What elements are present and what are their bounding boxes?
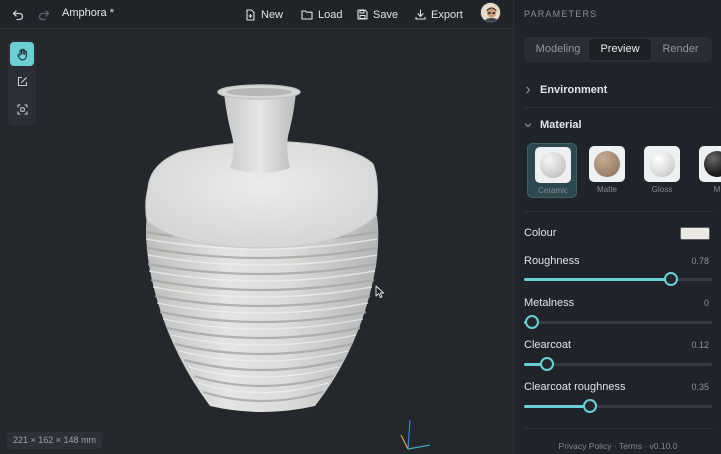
colour-picker-swatch[interactable] [680, 227, 710, 240]
viewport-toolstrip [8, 40, 36, 126]
clearcoat-roughness-label: Clearcoat roughness [524, 381, 626, 393]
material-swatch-ceramic[interactable]: Ceramic [527, 143, 577, 198]
material-ball [704, 151, 721, 177]
roughness-value: 0.78 [691, 256, 709, 266]
metalness-value: 0 [703, 298, 709, 308]
save-icon [357, 9, 368, 20]
material-thumbnail [589, 146, 625, 182]
material-thumbnail [699, 146, 721, 182]
top-toolbar: Amphora * New Load Save Export [0, 0, 513, 29]
mode-tabs: Modeling Preview Render [524, 37, 712, 62]
axis-gizmo-icon [400, 419, 431, 450]
panel-title: PARAMETERS [524, 9, 598, 19]
material-name: Gloss [651, 185, 673, 194]
3d-viewport[interactable]: 221 × 162 × 148 mm [0, 30, 513, 454]
frame-select-icon[interactable] [10, 97, 34, 121]
material-ball [649, 151, 675, 177]
material-name: Ceramic [538, 186, 568, 195]
material-ball [594, 151, 620, 177]
material-swatch-gloss[interactable]: Gloss [637, 143, 687, 198]
metalness-label: Metalness [524, 297, 575, 309]
roughness-slider[interactable] [524, 272, 712, 286]
section-environment[interactable]: Environment [524, 81, 713, 99]
new-button[interactable]: New [245, 6, 283, 23]
edit-icon[interactable] [10, 69, 34, 93]
metalness-slider[interactable] [524, 315, 712, 329]
clearcoat-roughness-value: 0.35 [691, 382, 709, 392]
save-button-label: Save [373, 8, 399, 21]
new-button-label: New [261, 8, 284, 21]
section-material[interactable]: Material [524, 116, 713, 134]
slider-fill [524, 405, 590, 408]
mouse-cursor-icon [375, 285, 385, 299]
divider [524, 211, 713, 212]
clearcoat-value: 0.12 [691, 340, 709, 350]
slider-fill [524, 278, 671, 281]
chevron-down-icon [524, 121, 534, 129]
vase-model[interactable] [140, 56, 385, 416]
undo-icon[interactable] [12, 6, 28, 23]
model-dimensions-badge: 221 × 162 × 148 mm [7, 432, 103, 449]
download-icon [415, 9, 426, 20]
new-file-icon [245, 8, 256, 21]
section-material-label: Material [540, 119, 582, 131]
avatar[interactable] [480, 2, 501, 23]
document-title: Amphora * [62, 7, 114, 19]
material-name: M [713, 185, 721, 194]
footer-links[interactable]: Privacy Policy · Terms · v0.10.0 [514, 441, 721, 451]
parameters-panel: PARAMETERS Modeling Preview Render Envir… [513, 0, 721, 454]
export-button-label: Export [431, 8, 463, 21]
export-button[interactable]: Export [415, 6, 463, 23]
divider [524, 428, 713, 429]
folder-icon [301, 9, 313, 20]
clearcoat-slider[interactable] [524, 357, 712, 371]
chevron-right-icon [524, 86, 534, 94]
tab-render[interactable]: Render [652, 39, 709, 60]
save-button[interactable]: Save [357, 6, 398, 23]
section-environment-label: Environment [540, 84, 608, 96]
material-name: Matte [596, 185, 617, 194]
colour-label: Colour [524, 227, 557, 239]
tab-preview[interactable]: Preview [589, 39, 651, 60]
material-swatch-metal[interactable]: M [692, 143, 721, 198]
material-swatch-clip: M [692, 143, 721, 198]
tab-modeling[interactable]: Modeling [528, 39, 588, 60]
material-ball [540, 152, 566, 178]
slider-handle[interactable] [582, 399, 597, 413]
redo-icon[interactable] [38, 6, 54, 23]
clearcoat-label: Clearcoat [524, 339, 572, 351]
slider-handle[interactable] [539, 357, 554, 371]
load-button-label: Load [318, 8, 343, 21]
load-button[interactable]: Load [301, 6, 342, 23]
slider-handle[interactable] [663, 272, 678, 286]
divider [524, 107, 713, 108]
slider-handle[interactable] [524, 315, 539, 329]
material-thumbnail [535, 147, 571, 183]
roughness-label: Roughness [524, 255, 580, 267]
material-swatch-matte[interactable]: Matte [582, 143, 632, 198]
material-thumbnail [644, 146, 680, 182]
clearcoat-roughness-slider[interactable] [524, 399, 712, 413]
pan-hand-icon[interactable] [10, 42, 34, 66]
